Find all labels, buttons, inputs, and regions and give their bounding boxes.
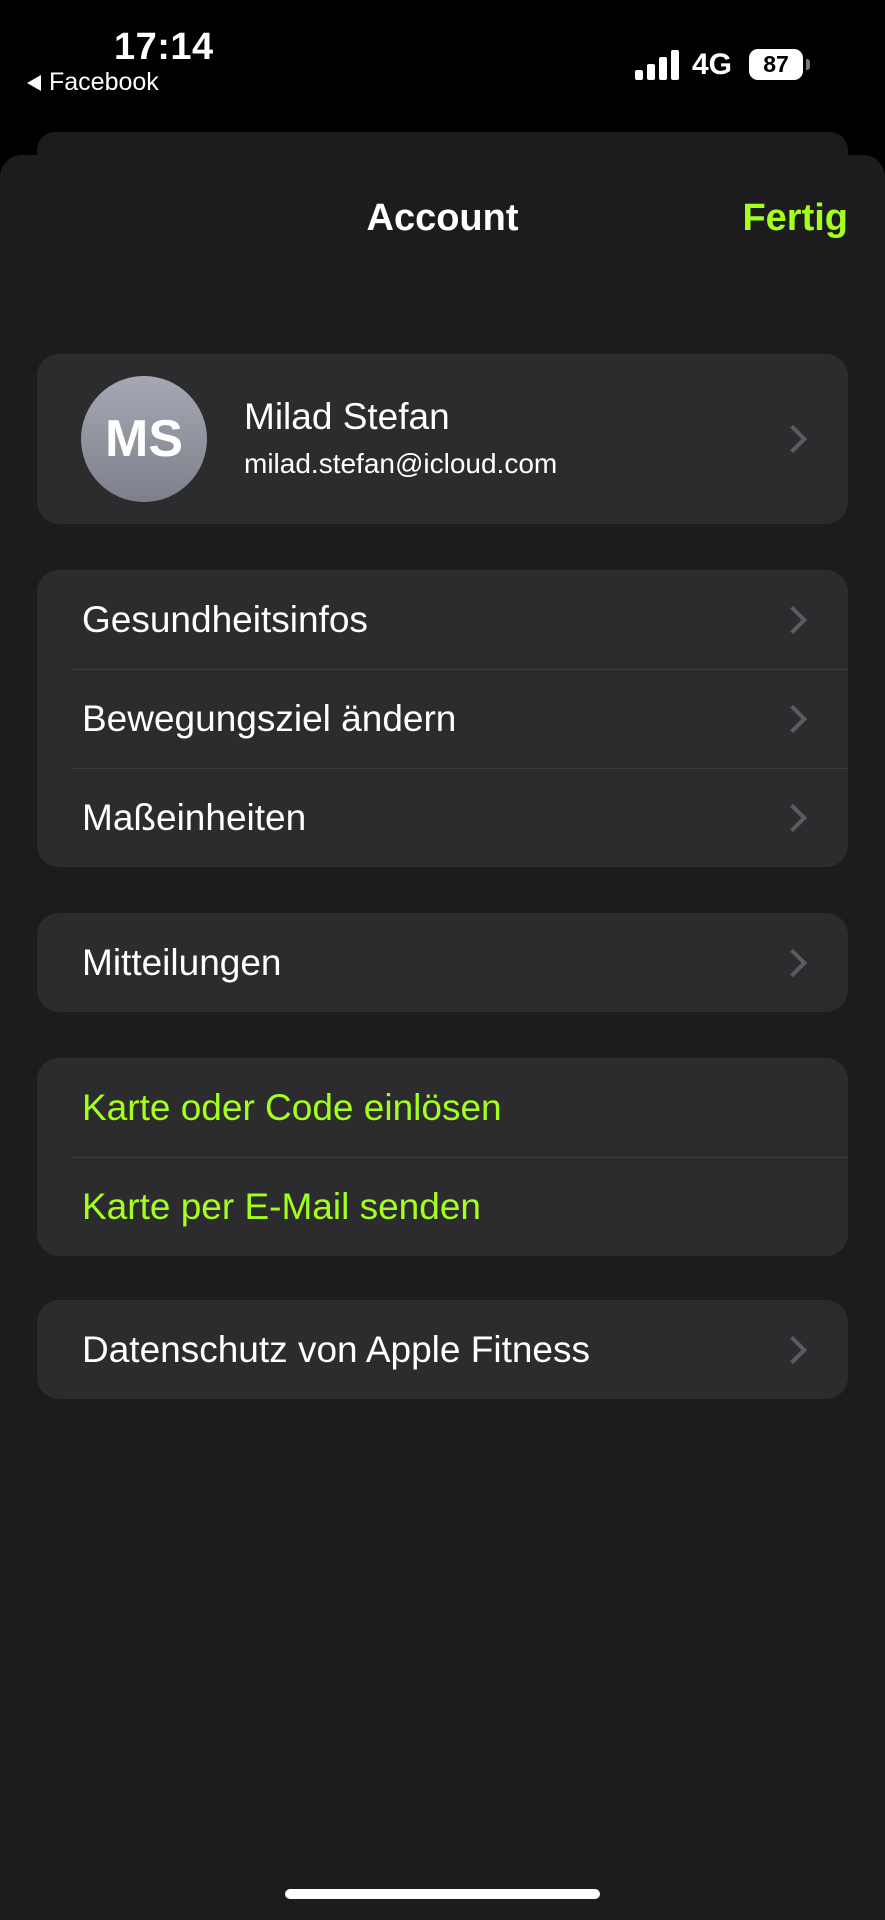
profile-card[interactable]: MS Milad Stefan milad.stefan@icloud.com <box>37 354 848 524</box>
notifications-group: Mitteilungen <box>37 913 848 1012</box>
profile-email: milad.stefan@icloud.com <box>244 448 558 479</box>
avatar: MS <box>81 376 207 502</box>
back-arrow-icon <box>27 74 41 91</box>
list-item-label: Karte per E-Mail senden <box>82 1185 481 1227</box>
done-button[interactable]: Fertig <box>742 197 848 240</box>
settings-group: Gesundheitsinfos Bewegungsziel ändern Ma… <box>37 570 848 867</box>
list-item-label: Mitteilungen <box>82 941 282 983</box>
list-item-label: Maßeinheiten <box>82 796 307 838</box>
battery-icon: 87 <box>749 49 803 80</box>
back-to-app-link[interactable]: Facebook <box>27 68 159 97</box>
status-time: 17:14 <box>114 26 214 68</box>
account-sheet: Account Fertig MS Milad Stefan milad.ste… <box>0 155 885 1920</box>
chevron-right-icon <box>778 1335 808 1364</box>
list-item-privacy[interactable]: Datenschutz von Apple Fitness <box>37 1300 848 1399</box>
privacy-group: Datenschutz von Apple Fitness <box>37 1300 848 1399</box>
list-item-change-move-goal[interactable]: Bewegungsziel ändern <box>37 669 848 768</box>
list-item-health-info[interactable]: Gesundheitsinfos <box>37 570 848 669</box>
chevron-right-icon <box>778 605 808 634</box>
network-type: 4G <box>692 48 733 81</box>
battery-cap <box>806 59 810 70</box>
list-item-label: Karte oder Code einlösen <box>82 1086 502 1128</box>
avatar-initials: MS <box>105 410 183 468</box>
list-item-label: Gesundheitsinfos <box>82 598 368 640</box>
list-item-label: Bewegungsziel ändern <box>82 697 457 739</box>
chevron-right-icon <box>778 948 808 977</box>
profile-name: Milad Stefan <box>244 396 450 437</box>
back-app-label: Facebook <box>49 68 159 96</box>
card-group: Karte oder Code einlösen Karte per E-Mai… <box>37 1058 848 1256</box>
list-item-label: Datenschutz von Apple Fitness <box>82 1328 591 1370</box>
redeem-card-button[interactable]: Karte oder Code einlösen <box>37 1058 848 1157</box>
battery-level: 87 <box>763 51 789 77</box>
cellular-signal-icon <box>635 50 681 80</box>
list-item-notifications[interactable]: Mitteilungen <box>37 913 848 1012</box>
home-indicator[interactable] <box>285 1889 600 1899</box>
list-item-units[interactable]: Maßeinheiten <box>37 768 848 867</box>
chevron-right-icon <box>778 803 808 832</box>
chevron-right-icon <box>778 704 808 733</box>
send-card-email-button[interactable]: Karte per E-Mail senden <box>37 1157 848 1256</box>
status-bar: 17:14 Facebook 4G 87 <box>0 0 885 135</box>
chevron-right-icon <box>778 424 808 454</box>
